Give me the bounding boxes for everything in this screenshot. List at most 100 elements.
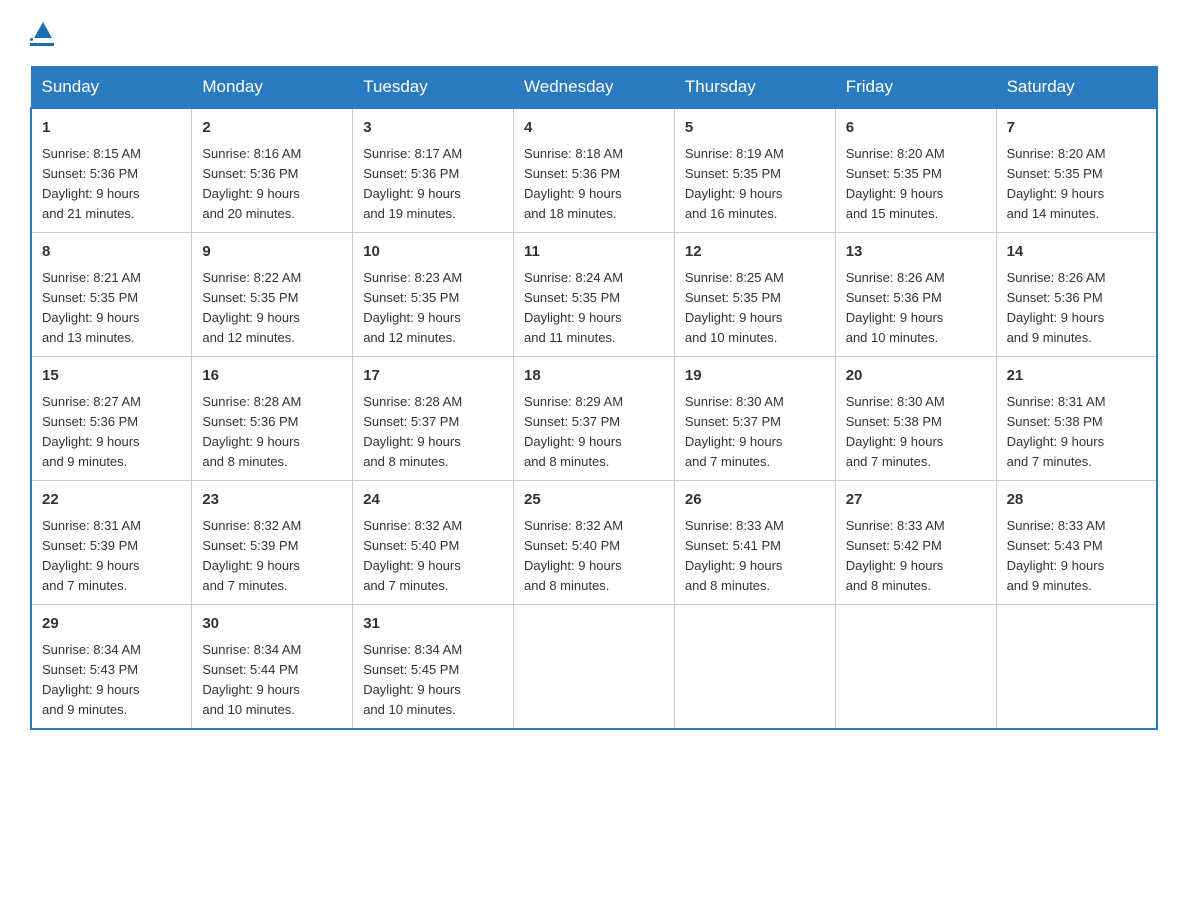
cell-details: Sunrise: 8:33 AMSunset: 5:42 PMDaylight:… — [846, 516, 986, 597]
cell-details: Sunrise: 8:21 AMSunset: 5:35 PMDaylight:… — [42, 268, 181, 349]
cell-details: Sunrise: 8:33 AMSunset: 5:41 PMDaylight:… — [685, 516, 825, 597]
cell-details: Sunrise: 8:32 AMSunset: 5:39 PMDaylight:… — [202, 516, 342, 597]
calendar-cell: 21 Sunrise: 8:31 AMSunset: 5:38 PMDayligh… — [996, 357, 1157, 481]
calendar-cell: 28 Sunrise: 8:33 AMSunset: 5:43 PMDayligh… — [996, 481, 1157, 605]
header-saturday: Saturday — [996, 67, 1157, 109]
cell-details: Sunrise: 8:19 AMSunset: 5:35 PMDaylight:… — [685, 144, 825, 225]
day-number: 15 — [42, 365, 181, 388]
day-number: 18 — [524, 365, 664, 388]
calendar-week-row: 1 Sunrise: 8:15 AMSunset: 5:36 PMDaylight… — [31, 108, 1157, 233]
calendar-cell — [835, 605, 996, 730]
calendar-cell: 12 Sunrise: 8:25 AMSunset: 5:35 PMDayligh… — [674, 233, 835, 357]
calendar-cell — [674, 605, 835, 730]
cell-details: Sunrise: 8:20 AMSunset: 5:35 PMDaylight:… — [1007, 144, 1146, 225]
calendar-cell: 27 Sunrise: 8:33 AMSunset: 5:42 PMDayligh… — [835, 481, 996, 605]
calendar-cell: 16 Sunrise: 8:28 AMSunset: 5:36 PMDayligh… — [192, 357, 353, 481]
calendar-cell: 5 Sunrise: 8:19 AMSunset: 5:35 PMDaylight… — [674, 108, 835, 233]
cell-details: Sunrise: 8:31 AMSunset: 5:38 PMDaylight:… — [1007, 392, 1146, 473]
day-number: 25 — [524, 489, 664, 512]
logo-underline — [30, 43, 54, 46]
calendar-cell: 17Sunrise: 8:28 AMSunset: 5:37 PMDayligh… — [353, 357, 514, 481]
cell-details: Sunrise: 8:15 AMSunset: 5:36 PMDaylight:… — [42, 144, 181, 225]
calendar-header-row: SundayMondayTuesdayWednesdayThursdayFrid… — [31, 67, 1157, 109]
cell-details: Sunrise: 8:26 AMSunset: 5:36 PMDaylight:… — [1007, 268, 1146, 349]
day-number: 30 — [202, 613, 342, 636]
calendar-cell: 2 Sunrise: 8:16 AMSunset: 5:36 PMDaylight… — [192, 108, 353, 233]
day-number: 9 — [202, 241, 342, 264]
calendar-cell: 3 Sunrise: 8:17 AMSunset: 5:36 PMDaylight… — [353, 108, 514, 233]
header-sunday: Sunday — [31, 67, 192, 109]
cell-details: Sunrise: 8:29 AMSunset: 5:37 PMDaylight:… — [524, 392, 664, 473]
logo — [30, 20, 54, 46]
calendar-cell: 4Sunrise: 8:18 AMSunset: 5:36 PMDaylight… — [514, 108, 675, 233]
header-tuesday: Tuesday — [353, 67, 514, 109]
calendar-cell: 26 Sunrise: 8:33 AMSunset: 5:41 PMDayligh… — [674, 481, 835, 605]
calendar-cell: 20 Sunrise: 8:30 AMSunset: 5:38 PMDayligh… — [835, 357, 996, 481]
day-number: 5 — [685, 117, 825, 140]
header-thursday: Thursday — [674, 67, 835, 109]
day-number: 19 — [685, 365, 825, 388]
calendar-cell: 1 Sunrise: 8:15 AMSunset: 5:36 PMDaylight… — [31, 108, 192, 233]
day-number: 28 — [1007, 489, 1146, 512]
calendar-week-row: 22 Sunrise: 8:31 AMSunset: 5:39 PMDayligh… — [31, 481, 1157, 605]
cell-details: Sunrise: 8:28 AMSunset: 5:36 PMDaylight:… — [202, 392, 342, 473]
calendar-cell: 8Sunrise: 8:21 AMSunset: 5:35 PMDaylight… — [31, 233, 192, 357]
calendar-cell: 30Sunrise: 8:34 AMSunset: 5:44 PMDayligh… — [192, 605, 353, 730]
calendar-cell: 19 Sunrise: 8:30 AMSunset: 5:37 PMDayligh… — [674, 357, 835, 481]
cell-details: Sunrise: 8:17 AMSunset: 5:36 PMDaylight:… — [363, 144, 503, 225]
day-number: 21 — [1007, 365, 1146, 388]
cell-details: Sunrise: 8:34 AMSunset: 5:43 PMDaylight:… — [42, 640, 181, 721]
cell-details: Sunrise: 8:28 AMSunset: 5:37 PMDaylight:… — [363, 392, 503, 473]
header-friday: Friday — [835, 67, 996, 109]
cell-details: Sunrise: 8:31 AMSunset: 5:39 PMDaylight:… — [42, 516, 181, 597]
cell-details: Sunrise: 8:32 AMSunset: 5:40 PMDaylight:… — [363, 516, 503, 597]
calendar-week-row: 8Sunrise: 8:21 AMSunset: 5:35 PMDaylight… — [31, 233, 1157, 357]
logo-triangle-icon — [32, 20, 54, 42]
calendar-cell: 15 Sunrise: 8:27 AMSunset: 5:36 PMDayligh… — [31, 357, 192, 481]
day-number: 3 — [363, 117, 503, 140]
cell-details: Sunrise: 8:34 AMSunset: 5:45 PMDaylight:… — [363, 640, 503, 721]
day-number: 4 — [524, 117, 664, 140]
cell-details: Sunrise: 8:30 AMSunset: 5:38 PMDaylight:… — [846, 392, 986, 473]
day-number: 27 — [846, 489, 986, 512]
day-number: 6 — [846, 117, 986, 140]
day-number: 12 — [685, 241, 825, 264]
day-number: 7 — [1007, 117, 1146, 140]
calendar-cell: 7 Sunrise: 8:20 AMSunset: 5:35 PMDaylight… — [996, 108, 1157, 233]
calendar-week-row: 15 Sunrise: 8:27 AMSunset: 5:36 PMDayligh… — [31, 357, 1157, 481]
cell-details: Sunrise: 8:22 AMSunset: 5:35 PMDaylight:… — [202, 268, 342, 349]
cell-details: Sunrise: 8:32 AMSunset: 5:40 PMDaylight:… — [524, 516, 664, 597]
calendar-cell: 6Sunrise: 8:20 AMSunset: 5:35 PMDaylight… — [835, 108, 996, 233]
day-number: 10 — [363, 241, 503, 264]
cell-details: Sunrise: 8:30 AMSunset: 5:37 PMDaylight:… — [685, 392, 825, 473]
day-number: 26 — [685, 489, 825, 512]
day-number: 20 — [846, 365, 986, 388]
day-number: 14 — [1007, 241, 1146, 264]
day-number: 16 — [202, 365, 342, 388]
calendar-cell: 10 Sunrise: 8:23 AMSunset: 5:35 PMDayligh… — [353, 233, 514, 357]
calendar-cell: 29Sunrise: 8:34 AMSunset: 5:43 PMDayligh… — [31, 605, 192, 730]
cell-details: Sunrise: 8:24 AMSunset: 5:35 PMDaylight:… — [524, 268, 664, 349]
day-number: 31 — [363, 613, 503, 636]
cell-details: Sunrise: 8:26 AMSunset: 5:36 PMDaylight:… — [846, 268, 986, 349]
calendar-table: SundayMondayTuesdayWednesdayThursdayFrid… — [30, 66, 1158, 730]
day-number: 2 — [202, 117, 342, 140]
calendar-cell: 13 Sunrise: 8:26 AMSunset: 5:36 PMDayligh… — [835, 233, 996, 357]
cell-details: Sunrise: 8:25 AMSunset: 5:35 PMDaylight:… — [685, 268, 825, 349]
calendar-cell: 18 Sunrise: 8:29 AMSunset: 5:37 PMDayligh… — [514, 357, 675, 481]
day-number: 22 — [42, 489, 181, 512]
cell-details: Sunrise: 8:16 AMSunset: 5:36 PMDaylight:… — [202, 144, 342, 225]
header-monday: Monday — [192, 67, 353, 109]
page-header — [30, 20, 1158, 46]
calendar-cell: 24Sunrise: 8:32 AMSunset: 5:40 PMDayligh… — [353, 481, 514, 605]
calendar-week-row: 29Sunrise: 8:34 AMSunset: 5:43 PMDayligh… — [31, 605, 1157, 730]
calendar-cell: 23Sunrise: 8:32 AMSunset: 5:39 PMDayligh… — [192, 481, 353, 605]
day-number: 13 — [846, 241, 986, 264]
cell-details: Sunrise: 8:33 AMSunset: 5:43 PMDaylight:… — [1007, 516, 1146, 597]
day-number: 11 — [524, 241, 664, 264]
day-number: 1 — [42, 117, 181, 140]
cell-details: Sunrise: 8:23 AMSunset: 5:35 PMDaylight:… — [363, 268, 503, 349]
calendar-cell: 22 Sunrise: 8:31 AMSunset: 5:39 PMDayligh… — [31, 481, 192, 605]
calendar-cell: 14 Sunrise: 8:26 AMSunset: 5:36 PMDayligh… — [996, 233, 1157, 357]
cell-details: Sunrise: 8:27 AMSunset: 5:36 PMDaylight:… — [42, 392, 181, 473]
